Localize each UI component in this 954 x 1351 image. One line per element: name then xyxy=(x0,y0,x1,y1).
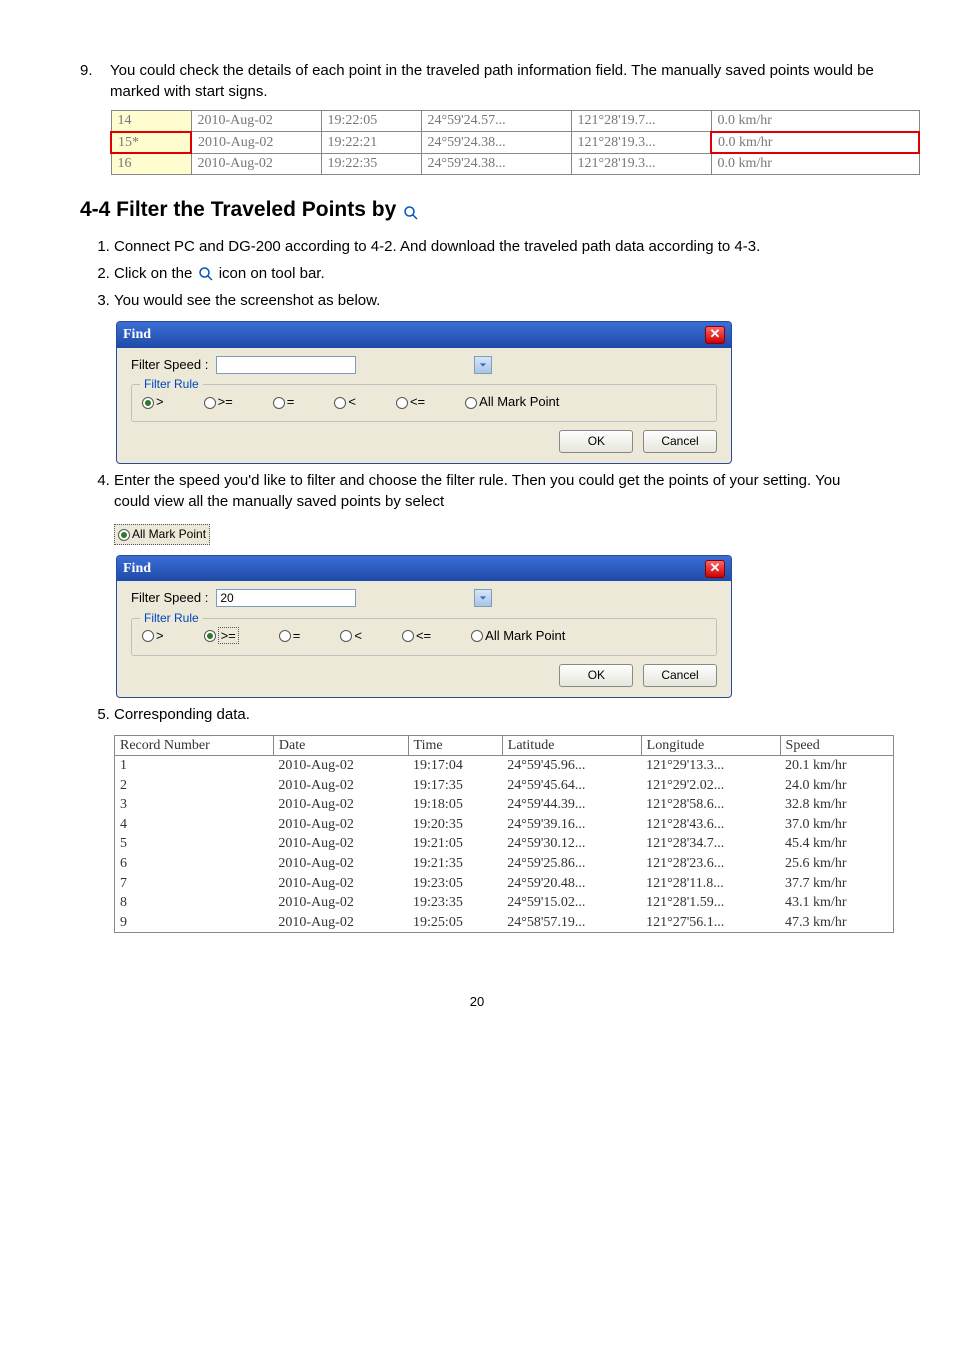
radio-all-mark-point[interactable]: All Mark Point xyxy=(471,627,565,645)
radio-lt[interactable]: < xyxy=(334,393,356,411)
steps-list-cont: Enter the speed you'd like to filter and… xyxy=(80,470,874,512)
radio-gt[interactable]: > xyxy=(142,393,164,411)
step-5: Corresponding data. xyxy=(114,704,874,725)
table-row: 22010-Aug-0219:17:3524°59'45.64...121°29… xyxy=(115,776,894,796)
close-icon[interactable]: ✕ xyxy=(705,560,725,578)
page-number: 20 xyxy=(80,993,874,1011)
step-2: Click on the icon on tool bar. xyxy=(114,263,874,284)
all-mark-point-selected: All Mark Point xyxy=(114,524,210,545)
col-longitude: Longitude xyxy=(641,735,780,756)
corresponding-data-table: Record Number Date Time Latitude Longitu… xyxy=(114,735,894,934)
table-row: 52010-Aug-0219:21:0524°59'30.12...121°28… xyxy=(115,834,894,854)
table-row: 42010-Aug-0219:20:3524°59'39.16...121°28… xyxy=(115,815,894,835)
col-time: Time xyxy=(408,735,502,756)
table-row: 32010-Aug-0219:18:0524°59'44.39...121°28… xyxy=(115,795,894,815)
step-4: Enter the speed you'd like to filter and… xyxy=(114,470,874,512)
radio-gt[interactable]: > xyxy=(142,627,164,645)
col-latitude: Latitude xyxy=(502,735,641,756)
item-9-number: 9. xyxy=(80,60,110,102)
steps-list: Connect PC and DG-200 according to 4-2. … xyxy=(80,236,874,311)
ok-button[interactable]: OK xyxy=(559,664,633,687)
radio-lte[interactable]: <= xyxy=(396,393,425,411)
table-row: 16 2010-Aug-02 19:22:35 24°59'24.38... 1… xyxy=(111,153,919,174)
dialog-title: Find xyxy=(123,559,151,579)
col-date: Date xyxy=(273,735,408,756)
section-heading-4-4: 4-4 Filter the Traveled Points by xyxy=(80,195,874,224)
table-row: 15* 2010-Aug-02 19:22:21 24°59'24.38... … xyxy=(111,132,919,154)
table-row: 82010-Aug-0219:23:3524°59'15.02...121°28… xyxy=(115,893,894,913)
table-row: 92010-Aug-0219:25:0524°58'57.19...121°27… xyxy=(115,913,894,933)
filter-rule-legend: Filter Rule xyxy=(140,376,203,393)
filter-rule-legend: Filter Rule xyxy=(140,610,203,627)
radio-checked-icon xyxy=(118,529,130,541)
col-speed: Speed xyxy=(780,735,893,756)
step-3: You would see the screenshot as below. xyxy=(114,290,874,311)
filter-speed-input[interactable] xyxy=(216,356,356,374)
filter-rule-group: Filter Rule > >= = < <= All Mark Point xyxy=(131,384,717,422)
table-row: 72010-Aug-0219:23:0524°59'20.48...121°28… xyxy=(115,874,894,894)
item-9: 9. You could check the details of each p… xyxy=(80,60,874,102)
radio-all-mark-point[interactable]: All Mark Point xyxy=(465,393,559,411)
dialog-titlebar[interactable]: Find ✕ xyxy=(117,556,731,582)
close-icon[interactable]: ✕ xyxy=(705,326,725,344)
dialog-titlebar[interactable]: Find ✕ xyxy=(117,322,731,348)
radio-lte[interactable]: <= xyxy=(402,627,431,645)
table-row: 62010-Aug-0219:21:3524°59'25.86...121°28… xyxy=(115,854,894,874)
cancel-button[interactable]: Cancel xyxy=(643,430,717,453)
table-row: 14 2010-Aug-02 19:22:05 24°59'24.57... 1… xyxy=(111,111,919,132)
item-9-text: You could check the details of each poin… xyxy=(110,60,874,102)
small-path-table: 14 2010-Aug-02 19:22:05 24°59'24.57... 1… xyxy=(110,110,920,175)
cancel-button[interactable]: Cancel xyxy=(643,664,717,687)
filter-speed-label: Filter Speed : xyxy=(131,356,208,374)
steps-list-5: Corresponding data. xyxy=(80,704,874,725)
step-1: Connect PC and DG-200 according to 4-2. … xyxy=(114,236,874,257)
find-dialog-2: Find ✕ Filter Speed : 20 Filter Rule > >… xyxy=(116,555,732,698)
magnifier-icon xyxy=(402,201,420,219)
dropdown-icon[interactable] xyxy=(474,356,492,374)
table-row: 12010-Aug-0219:17:0424°59'45.96...121°29… xyxy=(115,756,894,776)
radio-gte[interactable]: >= xyxy=(204,627,239,645)
find-dialog-1: Find ✕ Filter Speed : Filter Rule > >= =… xyxy=(116,321,732,464)
filter-speed-input[interactable]: 20 xyxy=(216,589,356,607)
col-record-number: Record Number xyxy=(115,735,274,756)
magnifier-icon xyxy=(197,265,215,283)
radio-eq[interactable]: = xyxy=(273,393,295,411)
radio-gte[interactable]: >= xyxy=(204,393,233,411)
radio-lt[interactable]: < xyxy=(340,627,362,645)
dropdown-icon[interactable] xyxy=(474,589,492,607)
ok-button[interactable]: OK xyxy=(559,430,633,453)
filter-rule-group: Filter Rule > >= = < <= All Mark Point xyxy=(131,618,717,656)
radio-eq[interactable]: = xyxy=(279,627,301,645)
filter-speed-label: Filter Speed : xyxy=(131,589,208,607)
dialog-title: Find xyxy=(123,325,151,345)
